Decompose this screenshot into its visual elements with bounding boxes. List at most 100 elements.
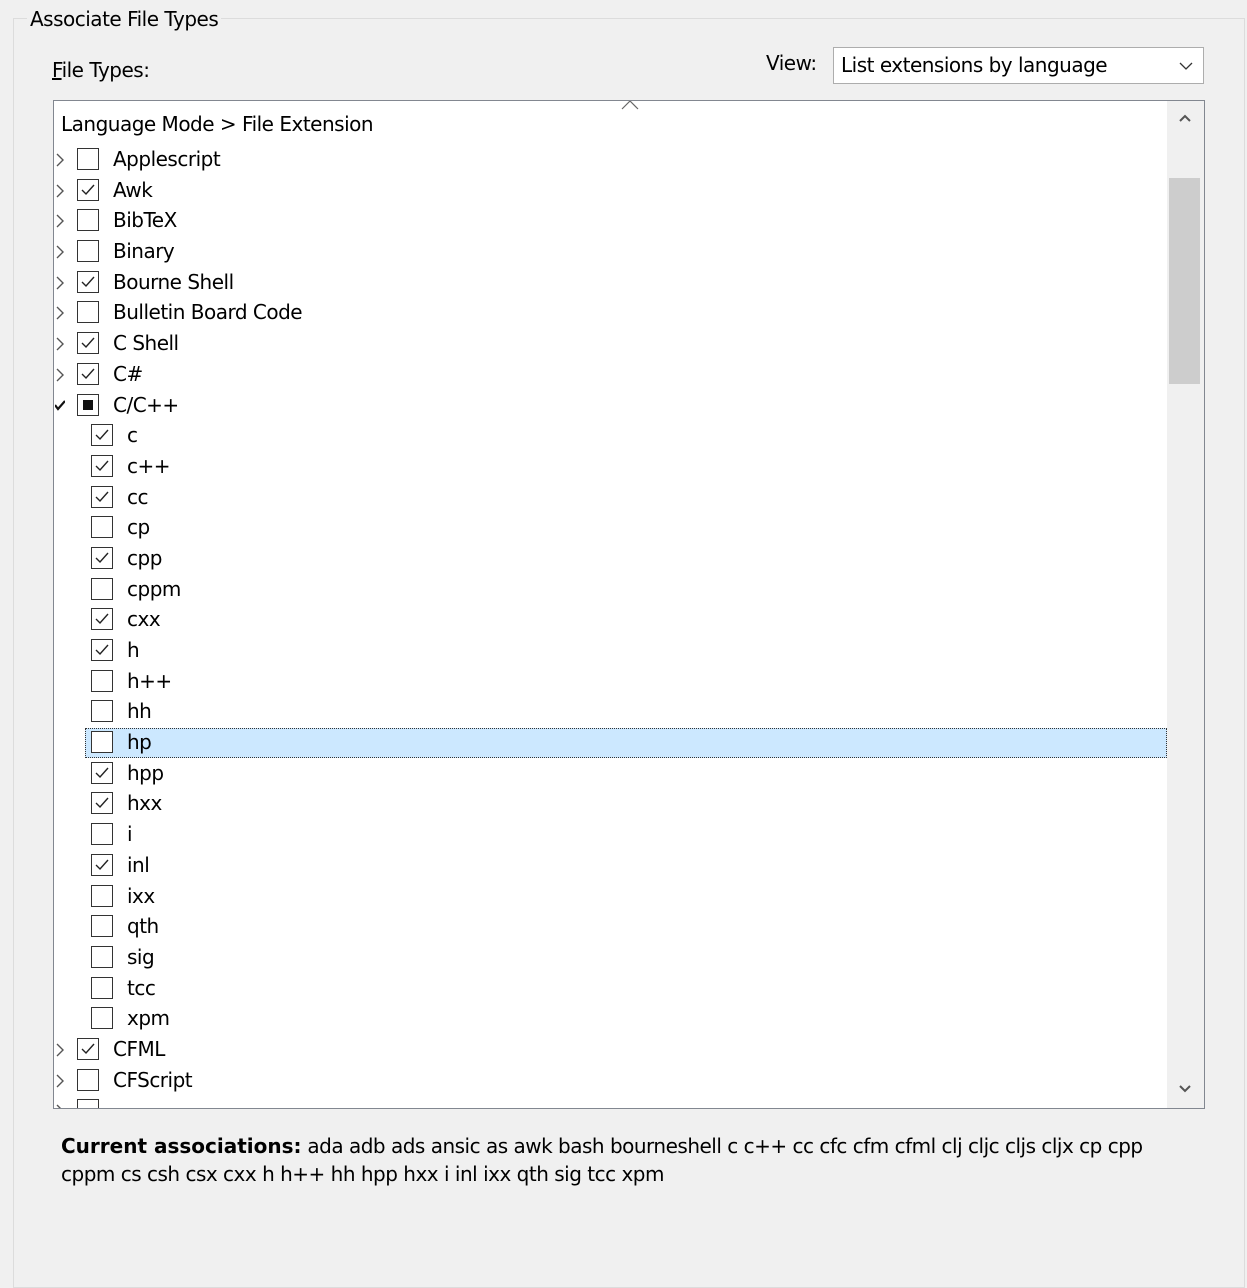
tree-item-label: C# (113, 361, 143, 386)
tree-item-extension[interactable]: cp (54, 513, 1167, 544)
tree-item-extension[interactable]: cppm (54, 575, 1167, 606)
check-icon (81, 184, 95, 195)
tree-item-label: Bulletin Board Code (113, 300, 303, 325)
checkbox[interactable] (77, 148, 99, 170)
checkbox[interactable] (91, 853, 113, 876)
chevron-right-icon[interactable] (55, 1074, 65, 1088)
tree-item-language[interactable]: C Shell (54, 329, 1167, 360)
checkbox[interactable] (77, 1037, 99, 1060)
scroll-thumb[interactable] (1169, 178, 1200, 384)
tree-item-language[interactable]: CFML (54, 1035, 1167, 1066)
tree-item-language[interactable]: Bourne Shell (54, 268, 1167, 299)
checkbox[interactable] (77, 301, 99, 324)
scroll-down-button[interactable] (1167, 1072, 1204, 1108)
tree-item-label: cp (127, 515, 150, 540)
checkbox[interactable] (91, 761, 113, 784)
checkbox[interactable] (77, 393, 99, 416)
chevron-down-icon[interactable] (55, 399, 65, 413)
checkbox[interactable] (91, 700, 113, 723)
tree-item-extension[interactable]: c (54, 421, 1167, 452)
checkbox[interactable] (91, 485, 113, 508)
checkbox[interactable] (77, 240, 99, 263)
tree-item-label: c (127, 423, 138, 448)
tree-item-label: C Shell (113, 331, 179, 356)
tree-item-extension[interactable]: qth (54, 912, 1167, 943)
check-icon (95, 552, 109, 563)
tree-item-extension[interactable]: hpp (54, 759, 1167, 790)
checkbox[interactable] (77, 332, 99, 355)
checkbox[interactable] (91, 945, 113, 968)
view-label: View: (766, 51, 817, 75)
checkbox[interactable] (91, 516, 113, 539)
chevron-right-icon[interactable] (55, 153, 65, 167)
chevron-right-icon[interactable] (55, 306, 65, 320)
vertical-scrollbar[interactable] (1167, 101, 1204, 1108)
checkbox[interactable] (91, 915, 113, 938)
checkbox[interactable] (91, 577, 113, 600)
checkbox[interactable] (91, 639, 113, 661)
column-header[interactable]: Language Mode > File Extension (61, 111, 374, 137)
tree-item-label: Applescript (113, 147, 221, 171)
tree-item-language[interactable] (54, 1096, 1167, 1109)
checkbox[interactable] (77, 178, 99, 201)
tree-item-language[interactable]: Awk (54, 176, 1167, 207)
checkbox[interactable] (77, 1068, 99, 1091)
tree-item-extension[interactable]: tcc (54, 974, 1167, 1005)
tree-item-language[interactable]: Applescript (54, 145, 1167, 176)
tree-item-extension[interactable]: sig (54, 943, 1167, 974)
chevron-right-icon[interactable] (55, 276, 65, 290)
scroll-down-icon (1179, 1085, 1191, 1093)
tree-item-extension[interactable]: i (54, 820, 1167, 851)
checkbox[interactable] (91, 792, 113, 815)
checkbox[interactable] (91, 669, 113, 692)
tree-item-extension[interactable]: hp (54, 728, 1167, 759)
tree-item-language[interactable]: Bulletin Board Code (54, 298, 1167, 329)
tree-item-extension[interactable]: h (54, 636, 1167, 667)
scroll-up-button[interactable] (1167, 101, 1204, 137)
tree-item-language[interactable]: C# (54, 360, 1167, 391)
tree-item-extension[interactable]: c++ (54, 452, 1167, 483)
checkbox[interactable] (91, 424, 113, 447)
checkbox[interactable] (91, 976, 113, 999)
checkbox[interactable] (77, 209, 99, 232)
chevron-right-icon[interactable] (55, 1104, 65, 1109)
tree-item-label: cpp (127, 545, 162, 570)
checkbox[interactable] (77, 362, 99, 385)
tree-item-label: xpm (127, 1006, 170, 1031)
checkbox[interactable] (91, 1007, 113, 1030)
checkbox[interactable] (77, 1099, 99, 1108)
tree-item-language[interactable]: Binary (54, 237, 1167, 268)
check-icon (81, 276, 95, 287)
view-dropdown[interactable]: List extensions by language (833, 47, 1204, 84)
tree-item-extension[interactable]: cxx (54, 605, 1167, 636)
checkbox[interactable] (91, 454, 113, 477)
chevron-right-icon[interactable] (55, 368, 65, 382)
chevron-right-icon[interactable] (55, 245, 65, 259)
file-types-tree[interactable]: Language Mode > File Extension Applescri… (53, 100, 1205, 1109)
checkbox[interactable] (91, 731, 113, 754)
check-icon (81, 337, 95, 349)
tree-item-extension[interactable]: cpp (54, 544, 1167, 575)
checkbox[interactable] (91, 546, 113, 569)
tree-item-extension[interactable]: xpm (54, 1004, 1167, 1035)
tree-item-extension[interactable]: h++ (54, 667, 1167, 698)
checkbox[interactable] (91, 608, 113, 631)
tree-item-extension[interactable]: ixx (54, 882, 1167, 913)
tree-item-extension[interactable]: hh (54, 697, 1167, 728)
tree-item-label: hpp (127, 760, 164, 785)
chevron-right-icon[interactable] (55, 214, 65, 228)
tree-item-language[interactable]: BibTeX (54, 206, 1167, 237)
checkbox[interactable] (91, 823, 113, 846)
chevron-right-icon[interactable] (55, 337, 65, 351)
sort-ascending-icon[interactable] (621, 100, 639, 110)
tree-item-extension[interactable]: cc (54, 483, 1167, 514)
check-icon (95, 767, 109, 778)
tree-item-extension[interactable]: hxx (54, 789, 1167, 820)
tree-item-language[interactable]: CFScript (54, 1066, 1167, 1097)
tree-item-extension[interactable]: inl (54, 851, 1167, 882)
checkbox[interactable] (91, 884, 113, 907)
checkbox[interactable] (77, 270, 99, 293)
chevron-right-icon[interactable] (55, 1043, 65, 1057)
tree-item-language[interactable]: C/C++ (54, 391, 1167, 422)
chevron-right-icon[interactable] (55, 184, 65, 198)
